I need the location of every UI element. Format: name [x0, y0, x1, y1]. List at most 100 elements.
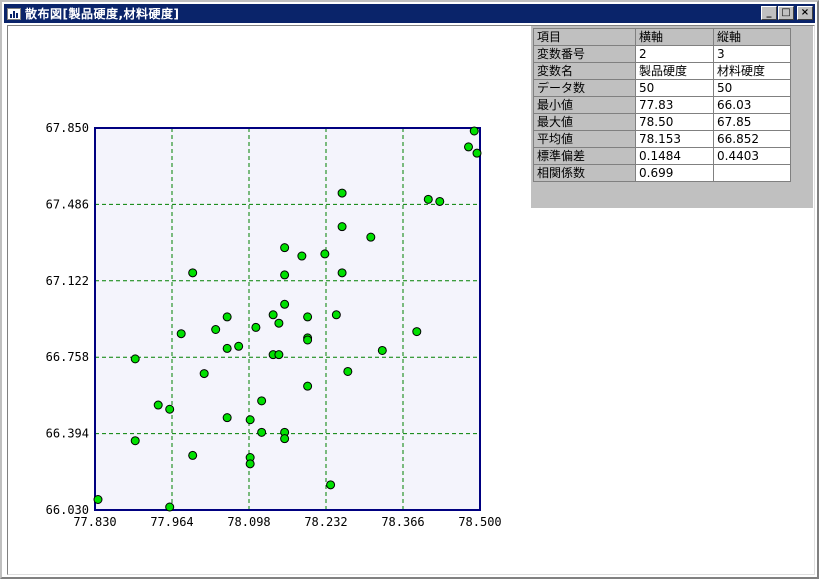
data-point: [245, 415, 255, 425]
y-tick-label: 67.850: [46, 121, 89, 135]
stats-value-cell: 50: [635, 79, 714, 97]
scatter-chart: 77.830 77.964 78.098 78.232 78.366 78.500 67.8…: [46, 121, 502, 529]
data-point: [412, 327, 422, 337]
data-point: [199, 369, 209, 379]
data-point: [337, 188, 347, 198]
data-point: [303, 335, 313, 345]
stats-row-min: 最小値 77.83 66.03: [533, 96, 791, 114]
data-point: [280, 243, 290, 253]
x-tick-label: 78.366: [381, 515, 424, 529]
stats-row-data-count: データ数 50 50: [533, 79, 791, 97]
stats-row-std-dev: 標準偏差 0.1484 0.4403: [533, 147, 791, 165]
data-point: [331, 310, 341, 320]
x-tick-label: 78.232: [304, 515, 347, 529]
stats-value-cell: 78.50: [635, 113, 714, 131]
stats-header-cell: 平均値: [533, 130, 636, 148]
data-point: [320, 249, 330, 259]
data-point: [274, 318, 284, 328]
data-point: [274, 350, 284, 360]
data-point: [280, 434, 290, 444]
stats-row-correlation: 相関係数 0.699: [533, 164, 791, 182]
stats-value-cell: 78.153: [635, 130, 714, 148]
stats-row-var-number: 変数番号 2 3: [533, 45, 791, 63]
data-point: [337, 222, 347, 232]
stats-row-mean: 平均値 78.153 66.852: [533, 130, 791, 148]
stats-row-item: 項目 横軸 縦軸: [533, 28, 791, 46]
stats-value-cell: 0.1484: [635, 147, 714, 165]
stats-header-cell: 変数番号: [533, 45, 636, 63]
x-tick-label: 78.500: [458, 515, 501, 529]
x-tick-label: 77.830: [73, 515, 116, 529]
data-point: [280, 299, 290, 309]
statistics-panel: 項目 横軸 縦軸 変数番号 2 3 変数名 製品硬度 材料硬度 データ数 50 50 最小値 77.8…: [531, 26, 813, 208]
data-point: [234, 341, 244, 351]
stats-header-cell: 変数名: [533, 62, 636, 80]
y-tick-label: 67.122: [46, 274, 89, 288]
data-point: [130, 354, 140, 364]
title-bar[interactable]: 散布図[製品硬度,材料硬度] _ □ ×: [4, 4, 815, 23]
x-tick-label: 78.098: [227, 515, 270, 529]
y-tick-label: 66.030: [46, 503, 89, 517]
data-point: [280, 270, 290, 280]
data-point: [188, 450, 198, 460]
stats-header-cell: 縦軸: [713, 28, 791, 46]
stats-value-cell: 77.83: [635, 96, 714, 114]
stats-header-cell: 標準偏差: [533, 147, 636, 165]
data-point: [423, 194, 433, 204]
y-tick-label: 66.758: [46, 350, 89, 364]
chart-app-icon[interactable]: [7, 7, 21, 20]
data-point: [343, 366, 353, 376]
data-point: [268, 310, 278, 320]
stats-row-var-name: 変数名 製品硬度 材料硬度: [533, 62, 791, 80]
window-title: 散布図[製品硬度,材料硬度]: [25, 7, 180, 21]
data-point: [188, 268, 198, 278]
statistics-table: 項目 横軸 縦軸 変数番号 2 3 変数名 製品硬度 材料硬度 データ数 50 50 最小値 77.8…: [533, 28, 791, 182]
close-button[interactable]: ×: [797, 6, 813, 20]
stats-value-cell: 66.852: [713, 130, 791, 148]
data-point: [257, 427, 267, 437]
minimize-button[interactable]: _: [761, 6, 777, 20]
stats-header-cell: データ数: [533, 79, 636, 97]
stats-value-cell: 50: [713, 79, 791, 97]
data-point: [176, 329, 186, 339]
stats-value-cell: 0.4403: [713, 147, 791, 165]
plot-area: [95, 128, 480, 510]
window-controls: _ □ ×: [761, 6, 813, 20]
data-point: [337, 268, 347, 278]
data-point: [211, 324, 221, 334]
x-tick-label: 77.964: [150, 515, 193, 529]
data-point: [165, 502, 175, 512]
stats-value-cell: 3: [713, 45, 791, 63]
y-tick-label: 67.486: [46, 197, 89, 211]
maximize-button[interactable]: □: [778, 6, 794, 20]
data-point: [469, 126, 479, 136]
client-area: 77.830 77.964 78.098 78.232 78.366 78.500 67.8…: [7, 25, 815, 575]
stats-header-cell: 最小値: [533, 96, 636, 114]
stats-value-cell: 67.85: [713, 113, 791, 131]
data-point: [245, 459, 255, 469]
data-point: [222, 413, 232, 423]
data-point: [326, 480, 336, 490]
data-point: [222, 312, 232, 322]
stats-header-cell: 横軸: [635, 28, 714, 46]
stats-value-cell: 2: [635, 45, 714, 63]
data-point: [153, 400, 163, 410]
data-point: [165, 404, 175, 414]
stats-row-max: 最大値 78.50 67.85: [533, 113, 791, 131]
stats-header-cell: 相関係数: [533, 164, 636, 182]
data-point: [130, 436, 140, 446]
data-point: [93, 495, 103, 505]
data-point: [366, 232, 376, 242]
stats-value-cell: 0.699: [635, 164, 714, 182]
scatter-plot-window: 散布図[製品硬度,材料硬度] _ □ × 77.830 77.964 78.098 7…: [0, 0, 819, 579]
stats-header-cell: 最大値: [533, 113, 636, 131]
data-point: [303, 381, 313, 391]
data-point: [251, 322, 261, 332]
y-tick-label: 66.394: [46, 427, 89, 441]
data-point: [377, 345, 387, 355]
data-point: [257, 396, 267, 406]
data-point: [303, 312, 313, 322]
data-point: [222, 343, 232, 353]
stats-value-cell: 66.03: [713, 96, 791, 114]
stats-value-cell: [713, 164, 791, 182]
